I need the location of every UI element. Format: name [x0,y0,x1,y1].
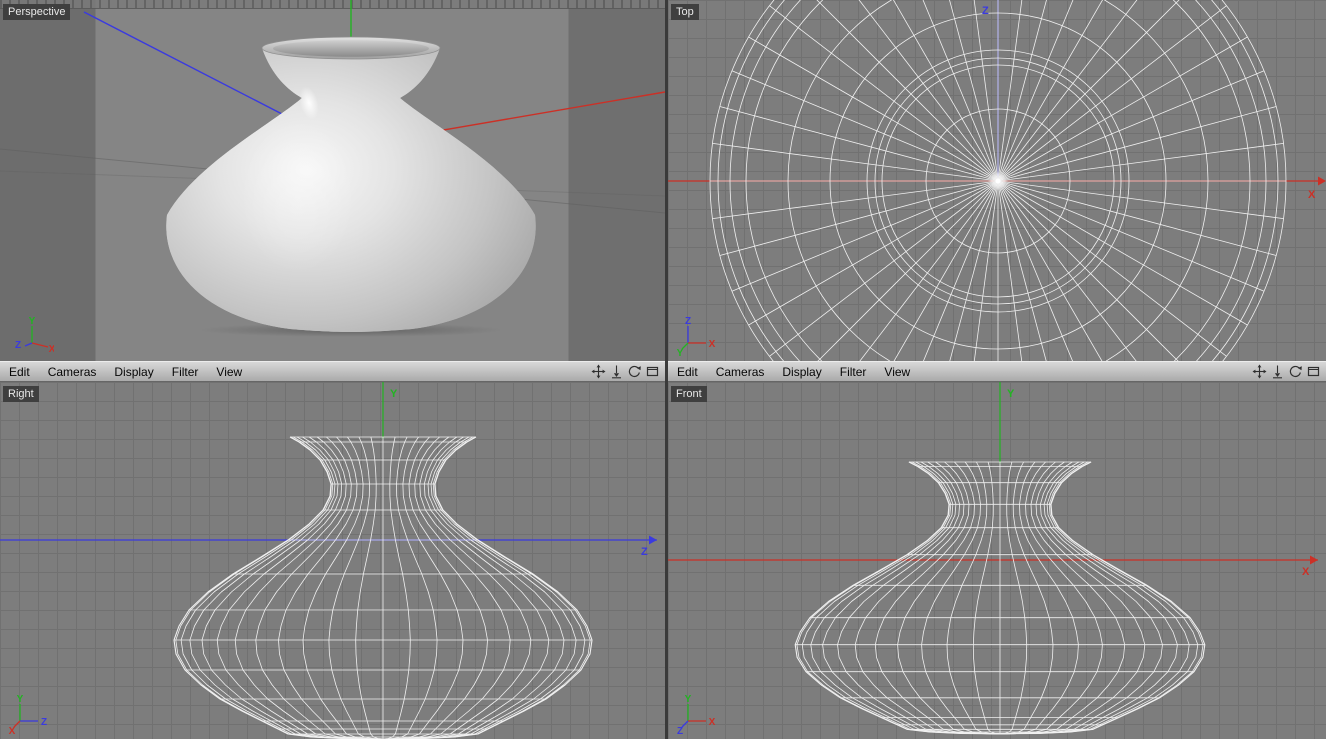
viewport-right[interactable]: Y Z Right Y Z X [0,382,665,739]
menu-edit[interactable]: Edit [668,365,707,379]
axis-x-arrow [1318,176,1326,186]
viewport-label-right: Right [3,386,39,402]
vase-broad-highlight [240,117,356,273]
menu-view[interactable]: View [207,365,251,379]
axis-label-x: X [1302,566,1310,578]
gizmo-y-label: Y [17,695,24,705]
viewport-menubar-right: Edit Cameras Display Filter View [668,361,1326,382]
lathe-right-wireframe [173,436,593,739]
perspective-canvas[interactable] [0,0,665,361]
viewport-front[interactable]: Y X Front Y X Z [668,382,1326,739]
axis-label-y: Y [1007,388,1015,400]
menu-view[interactable]: View [875,365,919,379]
pan-view-icon[interactable] [591,364,606,379]
gizmo-z-label: Z [41,717,47,728]
zoom-view-icon[interactable] [1270,364,1285,379]
four-view-layout: Perspective Y Z X Z X Top Z X Y Edit Cam… [0,0,1326,739]
menu-cameras[interactable]: Cameras [39,365,106,379]
gizmo-y-label: Y [677,348,684,357]
menu-filter[interactable]: Filter [163,365,208,379]
viewport-label-top: Top [671,4,699,20]
right-canvas[interactable]: Y Z [0,382,665,739]
axis-label-z: Z [982,5,989,17]
view-control-icons [1252,364,1326,379]
axis-z-arrow [649,535,657,545]
viewport-menubar-left: Edit Cameras Display Filter View [0,361,665,382]
gizmo-z-label: Z [677,726,683,735]
view-control-icons [591,364,665,379]
menu-display[interactable]: Display [773,365,830,379]
viewport-label-front: Front [671,386,707,402]
gizmo-x-label: X [709,717,716,728]
rotate-view-icon[interactable] [1288,364,1303,379]
gizmo-x-label: X [709,339,716,350]
gizmo-y-label: Y [685,695,692,705]
gizmo-x-label: X [49,344,54,355]
top-canvas[interactable]: Z X [668,0,1326,361]
axis-lines-top [668,0,1326,186]
menu-edit[interactable]: Edit [0,365,39,379]
axis-lines-right [0,382,657,545]
gizmo-z-label: Z [685,317,691,327]
world-axis-x [425,91,665,134]
axis-gizmo-right: Y Z X [9,695,47,735]
axis-gizmo-top: Z X Y [677,317,716,357]
menu-cameras[interactable]: Cameras [707,365,774,379]
vase-shaded-object [166,36,536,332]
axis-label-y: Y [390,388,398,400]
viewport-perspective[interactable]: Perspective Y Z X [0,0,665,361]
gizmo-z-label: Z [15,340,21,351]
gizmo-x-label: X [9,726,16,735]
vase-opening [273,40,429,57]
axis-gizmo-perspective: Y Z X [15,317,54,355]
pan-view-icon[interactable] [1252,364,1267,379]
front-canvas[interactable]: Y X [668,382,1326,739]
menu-display[interactable]: Display [105,365,162,379]
gizmo-y-label: Y [29,317,36,327]
lathe-front-wireframe [794,461,1206,735]
zoom-view-icon[interactable] [609,364,624,379]
toggle-view-icon[interactable] [1306,364,1321,379]
axis-x-arrow [1310,555,1318,565]
axis-gizmo-front: Y X Z [677,695,716,735]
toggle-view-icon[interactable] [645,364,660,379]
rotate-view-icon[interactable] [627,364,642,379]
axis-lines-front [668,382,1318,565]
viewport-top[interactable]: Z X Top Z X Y [668,0,1326,361]
menu-filter[interactable]: Filter [831,365,876,379]
axis-label-x: X [1308,189,1316,201]
axis-label-z: Z [641,546,648,558]
viewport-label-perspective: Perspective [3,4,71,20]
